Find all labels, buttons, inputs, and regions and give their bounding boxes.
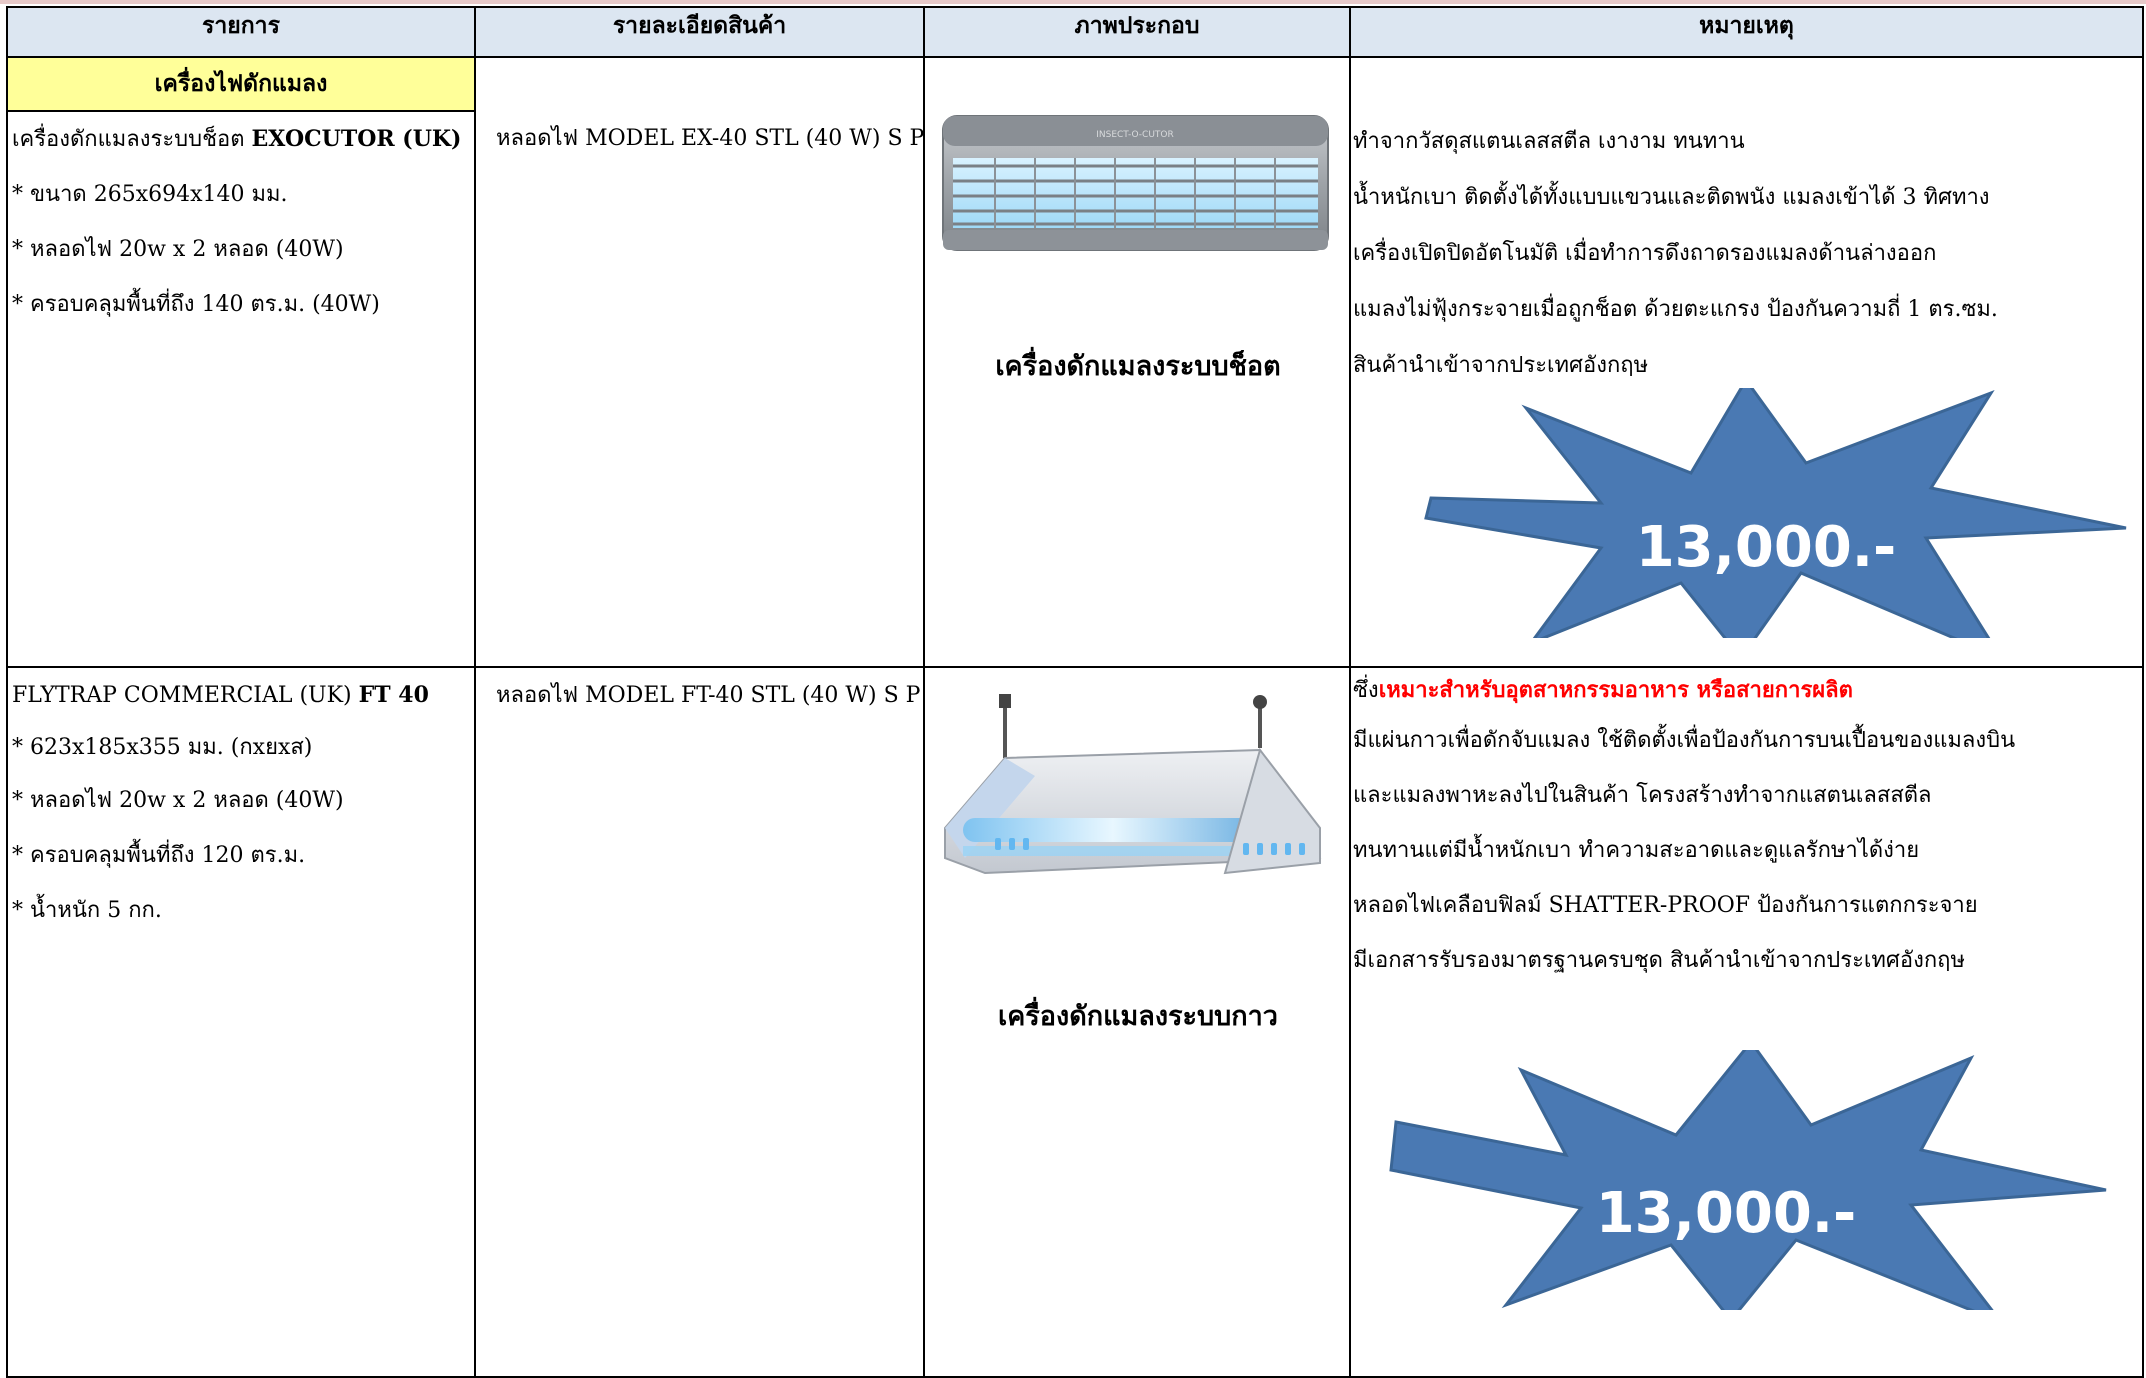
note-line: ทนทานแต่มีน้ำหนักเบา ทำความสะอาดและดูแลร… (1353, 838, 1920, 863)
spec-line: * หลอดไฟ 20w x 2 หลอด (40W) (12, 788, 344, 813)
spec-line: * 623x185x355 มม. (กxยxส) (12, 735, 313, 760)
note-line: หลอดไฟเคลือบฟิลม์ SHATTER-PROOF ป้องกันก… (1353, 893, 1978, 918)
header-item: รายการ (6, 6, 476, 58)
product-1-model: EXOCUTOR (UK) (251, 126, 462, 152)
product-2-notes-cell: ซึ่งเหมาะสำหรับอุตสาหกรรมอาหาร หรือสายกา… (1349, 666, 2144, 1378)
spec-line: * หลอดไฟ 20w x 2 หลอด (40W) (12, 237, 344, 262)
note-line: และแมลงพาหะลงไปในสินค้า โครงสร้างทำจากแส… (1353, 783, 1932, 808)
spec-line: * ขนาด 265x694x140 มม. (12, 182, 288, 207)
product-table: รายการ รายละเอียดสินค้า ภาพประกอบ หมายเห… (6, 6, 2144, 1378)
header-image: ภาพประกอบ (923, 6, 1351, 58)
header-notes: หมายเหตุ (1349, 6, 2144, 58)
product-2-image-cell: เครื่องดักแมลงระบบกาว (923, 666, 1351, 1378)
note-line-highlight: ซึ่งเหมาะสำหรับอุตสาหกรรมอาหาร หรือสายกา… (1351, 668, 2142, 713)
product-2-detail: หลอดไฟ MODEL FT-40 STL (40 W) S P (496, 683, 921, 708)
note-line: ทำจากวัสดุสแตนเลสสตีล เงางาม ทนทาน (1353, 129, 1745, 154)
price-burst-1: 13,000.- (1424, 388, 2127, 638)
top-border-line (0, 0, 2146, 4)
flytrap-image (944, 694, 1322, 875)
section-title: เครื่องไฟดักแมลง (6, 56, 476, 112)
zapper-image: INSECT-O-CUTOR (942, 115, 1329, 251)
product-1-name-prefix: เครื่องดักแมลงระบบช็อต (12, 127, 252, 152)
product-2-row: FLYTRAP COMMERCIAL (UK) FT 40 * 623x185x… (6, 666, 2144, 1378)
note-line: น้ำหนักเบา ติดตั้งได้ทั้งแบบแขวนและติดพน… (1353, 185, 1990, 210)
spec-line: * ครอบคลุมพื้นที่ถึง 140 ตร.ม. (40W) (12, 292, 380, 317)
product-1-notes: ทำจากวัสดุสแตนเลสสตีล เงางาม ทนทาน น้ำหน… (1351, 114, 1998, 394)
price-2: 13,000.- (1596, 1181, 1857, 1246)
note-red-highlight: เหมาะสำหรับอุตสาหกรรมอาหาร หรือสายการผลิ… (1378, 677, 1853, 703)
note-prefix: ซึ่ง (1353, 678, 1379, 703)
product-1-name: เครื่องดักแมลงระบบช็อต EXOCUTOR (UK) (12, 112, 474, 167)
product-2-name: FLYTRAP COMMERCIAL (UK) FT 40 (12, 668, 474, 723)
product-1-item-cell: เครื่องดักแมลงระบบช็อต EXOCUTOR (UK) * ข… (6, 110, 476, 668)
section-row: เครื่องไฟดักแมลง INSECT-O-CUTOR เครื่องด… (6, 56, 2144, 668)
price-burst-2: 13,000.- (1389, 1050, 2107, 1310)
product-1-detail-cell: หลอดไฟ MODEL EX-40 STL (40 W) S P (474, 111, 925, 668)
note-line: สินค้านำเข้าจากประเทศอังกฤษ (1353, 353, 1649, 378)
spec-line: * น้ำหนัก 5 กก. (12, 898, 162, 923)
spec-line: * ครอบคลุมพื้นที่ถึง 120 ตร.ม. (12, 843, 306, 868)
header-detail: รายละเอียดสินค้า (474, 6, 925, 58)
note-line: มีแผ่นกาวเพื่อดักจับแมลง ใช้ติดตั้งเพื่อ… (1353, 728, 2016, 753)
note-line: เครื่องเปิดปิดอัตโนมัติ เมื่อทำการดึงถาด… (1353, 241, 1937, 266)
product-1-image-cell: INSECT-O-CUTOR เครื่องดักแมลงระบบช็อต (923, 56, 1351, 668)
product-2-caption: เครื่องดักแมลงระบบกาว (998, 1001, 1278, 1032)
header-row: รายการ รายละเอียดสินค้า ภาพประกอบ หมายเห… (6, 6, 2144, 58)
product-2-name-prefix: FLYTRAP COMMERCIAL (UK) (12, 683, 359, 708)
note-line: มีเอกสารรับรองมาตรฐานครบชุด สินค้านำเข้า… (1353, 948, 1965, 973)
product-1-caption: เครื่องดักแมลงระบบช็อต (995, 351, 1281, 382)
section-blank (474, 56, 925, 111)
note-line: แมลงไม่ฟุ้งกระจายเมื่อถูกช็อต ด้วยตะแกรง… (1353, 297, 1998, 322)
brand-label: INSECT-O-CUTOR (1096, 130, 1174, 140)
price-1: 13,000.- (1636, 515, 1897, 580)
product-2-item-cell: FLYTRAP COMMERCIAL (UK) FT 40 * 623x185x… (6, 666, 476, 1378)
product-1-detail: หลอดไฟ MODEL EX-40 STL (40 W) S P (496, 126, 925, 151)
product-2-detail-cell: หลอดไฟ MODEL FT-40 STL (40 W) S P (474, 666, 925, 1378)
product-2-model: FT 40 (358, 682, 429, 708)
product-1-notes-cell: ทำจากวัสดุสแตนเลสสตีล เงางาม ทนทาน น้ำหน… (1349, 56, 2144, 668)
